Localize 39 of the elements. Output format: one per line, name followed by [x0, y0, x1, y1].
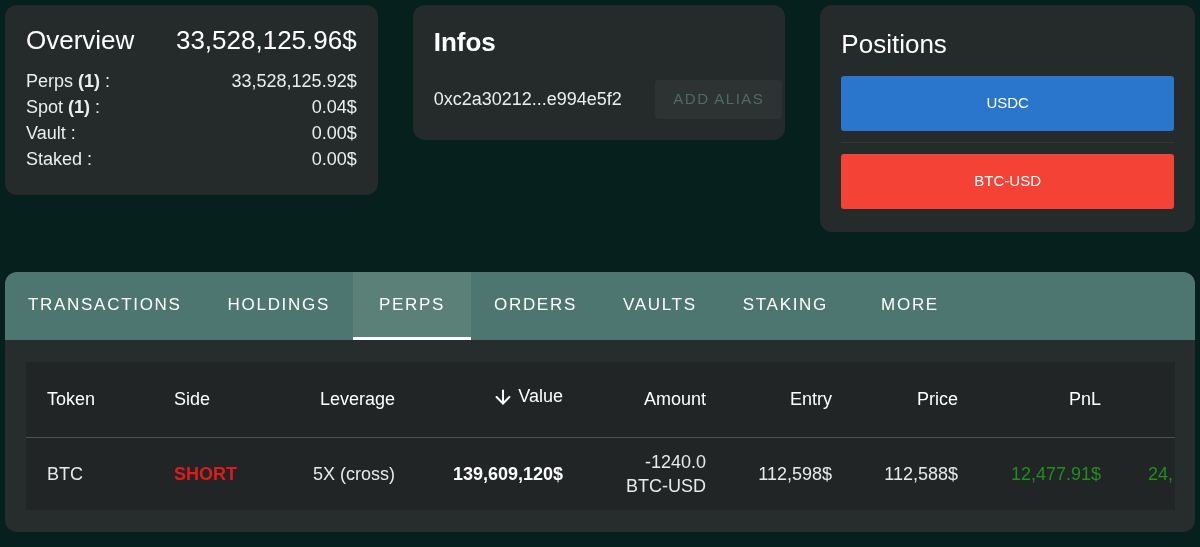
column-header[interactable]: Token — [47, 386, 96, 413]
table-cell-text: 139,609,120$ — [452, 463, 563, 486]
table-cell-text: 112,588$ — [884, 463, 958, 486]
positions-title: Positions — [841, 28, 948, 61]
tab[interactable]: HOLDINGS — [204, 272, 353, 340]
overview-total: 33,528,125.96$ — [175, 24, 357, 57]
column-header[interactable]: Price — [917, 386, 958, 413]
tab[interactable]: TRANSACTIONS — [5, 272, 205, 340]
balance-label: Staked : — [26, 148, 93, 171]
table-cell-text: SHORT — [174, 463, 237, 486]
table-cell-text: 12,477.91$ — [1010, 463, 1101, 486]
balance-value: 0.04$ — [311, 96, 357, 119]
balance-label: Spot (1) : — [26, 96, 101, 119]
column-header[interactable]: Amount — [643, 386, 706, 413]
column-header[interactable]: Value — [492, 383, 563, 411]
balance-label: Vault : — [26, 122, 76, 145]
tab[interactable]: PERPS — [353, 272, 471, 340]
position-button[interactable]: BTC-USD — [841, 154, 1174, 209]
column-header[interactable]: Leverage — [319, 386, 395, 413]
balance-value: 0.00$ — [311, 122, 357, 145]
balance-value: 33,528,125.92$ — [231, 70, 357, 93]
column-header[interactable]: Entry — [790, 386, 832, 413]
overview-title: Overview — [26, 24, 135, 57]
tab[interactable]: STAKING — [719, 272, 851, 340]
tab[interactable]: VAULTS — [599, 272, 720, 340]
table-cell-text: -1240.0 BTC-USD — [626, 451, 706, 498]
column-header[interactable]: PnL — [1068, 386, 1101, 413]
balance-value: 0.00$ — [311, 148, 357, 171]
tab[interactable]: ORDERS — [471, 272, 600, 340]
table-cell-text: 24, — [1148, 463, 1174, 486]
table-cell-text: 5X (cross) — [313, 463, 395, 486]
position-button[interactable]: USDC — [841, 76, 1174, 131]
balance-label: Perps (1) : — [26, 70, 111, 93]
infos-title: Infos — [433, 26, 497, 59]
wallet-address: 0xc2a30212...e994e5f2 — [433, 87, 622, 111]
tab[interactable]: MORE — [851, 272, 969, 340]
table-cell-text: 112,598$ — [758, 463, 832, 486]
table-cell-text: BTC — [47, 463, 83, 486]
column-header[interactable]: Side — [174, 386, 211, 413]
